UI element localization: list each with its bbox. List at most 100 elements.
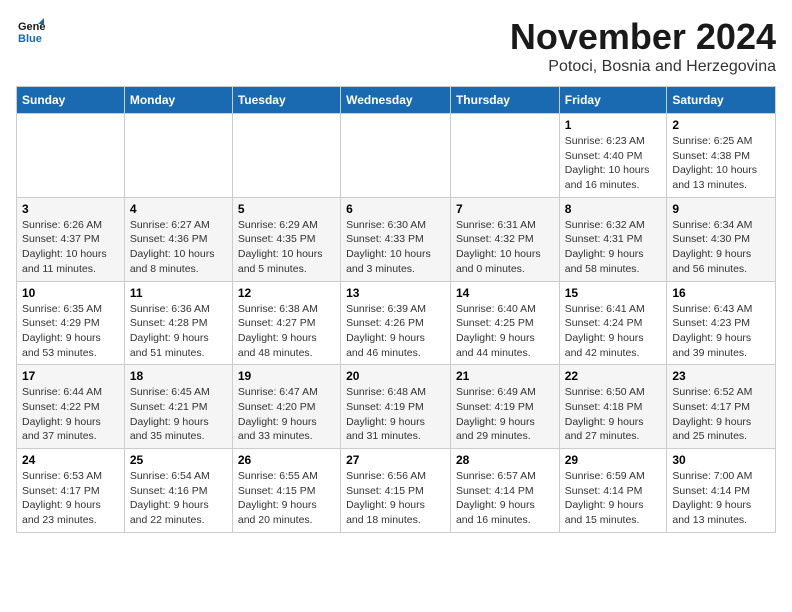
day-info: Sunrise: 6:38 AM Sunset: 4:27 PM Dayligh…: [238, 302, 335, 361]
table-row: 29 Sunrise: 6:59 AM Sunset: 4:14 PM Dayli…: [559, 449, 667, 533]
day-number: 19: [238, 369, 335, 383]
day-number: 4: [130, 202, 227, 216]
table-row: [17, 114, 125, 198]
day-number: 2: [672, 118, 770, 132]
day-number: 26: [238, 453, 335, 467]
table-row: 18 Sunrise: 6:45 AM Sunset: 4:21 PM Dayli…: [124, 365, 232, 449]
day-info: Sunrise: 6:47 AM Sunset: 4:20 PM Dayligh…: [238, 385, 335, 444]
table-row: 3 Sunrise: 6:26 AM Sunset: 4:37 PM Daylig…: [17, 197, 125, 281]
day-info: Sunrise: 6:41 AM Sunset: 4:24 PM Dayligh…: [565, 302, 662, 361]
logo: General Blue: [16, 16, 46, 46]
day-info: Sunrise: 6:54 AM Sunset: 4:16 PM Dayligh…: [130, 469, 227, 528]
day-info: Sunrise: 6:59 AM Sunset: 4:14 PM Dayligh…: [565, 469, 662, 528]
table-row: 30 Sunrise: 7:00 AM Sunset: 4:14 PM Dayli…: [667, 449, 776, 533]
title-block: November 2024 Potoci, Bosnia and Herzego…: [510, 16, 776, 76]
day-info: Sunrise: 6:52 AM Sunset: 4:17 PM Dayligh…: [672, 385, 770, 444]
table-row: 20Sunrise: 6:48 AM Sunset: 4:19 PM Dayli…: [341, 365, 451, 449]
day-number: 7: [456, 202, 554, 216]
day-number: 1: [565, 118, 662, 132]
day-info: Sunrise: 6:45 AM Sunset: 4:21 PM Dayligh…: [130, 385, 227, 444]
table-row: 19 Sunrise: 6:47 AM Sunset: 4:20 PM Dayli…: [232, 365, 340, 449]
table-row: 15 Sunrise: 6:41 AM Sunset: 4:24 PM Dayli…: [559, 281, 667, 365]
day-info: Sunrise: 6:36 AM Sunset: 4:28 PM Dayligh…: [130, 302, 227, 361]
day-number: 22: [565, 369, 662, 383]
table-row: 10 Sunrise: 6:35 AM Sunset: 4:29 PM Dayli…: [17, 281, 125, 365]
day-number: 9: [672, 202, 770, 216]
table-row: 4 Sunrise: 6:27 AM Sunset: 4:36 PM Daylig…: [124, 197, 232, 281]
day-info: Sunrise: 6:25 AM Sunset: 4:38 PM Dayligh…: [672, 134, 770, 193]
table-row: [232, 114, 340, 198]
calendar-table: Sunday Monday Tuesday Wednesday Thursday…: [16, 86, 776, 533]
table-row: 26 Sunrise: 6:55 AM Sunset: 4:15 PM Dayli…: [232, 449, 340, 533]
day-info: Sunrise: 6:23 AM Sunset: 4:40 PM Dayligh…: [565, 134, 662, 193]
calendar-header-row: Sunday Monday Tuesday Wednesday Thursday…: [17, 87, 776, 114]
day-number: 11: [130, 286, 227, 300]
col-wednesday: Wednesday: [341, 87, 451, 114]
day-info: Sunrise: 6:53 AM Sunset: 4:17 PM Dayligh…: [22, 469, 119, 528]
day-number: 10: [22, 286, 119, 300]
day-number: 27: [346, 453, 445, 467]
day-number: 21: [456, 369, 554, 383]
table-row: 24 Sunrise: 6:53 AM Sunset: 4:17 PM Dayli…: [17, 449, 125, 533]
day-info: Sunrise: 6:31 AM Sunset: 4:32 PM Dayligh…: [456, 218, 554, 277]
logo-icon: General Blue: [16, 16, 46, 46]
col-friday: Friday: [559, 87, 667, 114]
day-number: 18: [130, 369, 227, 383]
day-info: Sunrise: 7:00 AM Sunset: 4:14 PM Dayligh…: [672, 469, 770, 528]
calendar-week-row: 3 Sunrise: 6:26 AM Sunset: 4:37 PM Daylig…: [17, 197, 776, 281]
day-info: Sunrise: 6:35 AM Sunset: 4:29 PM Dayligh…: [22, 302, 119, 361]
table-row: 7 Sunrise: 6:31 AM Sunset: 4:32 PM Daylig…: [450, 197, 559, 281]
table-row: 1 Sunrise: 6:23 AM Sunset: 4:40 PM Daylig…: [559, 114, 667, 198]
day-info: Sunrise: 6:27 AM Sunset: 4:36 PM Dayligh…: [130, 218, 227, 277]
day-number: 24: [22, 453, 119, 467]
svg-text:Blue: Blue: [18, 33, 42, 45]
day-info: Sunrise: 6:26 AM Sunset: 4:37 PM Dayligh…: [22, 218, 119, 277]
day-number: 28: [456, 453, 554, 467]
day-number: 3: [22, 202, 119, 216]
table-row: 23Sunrise: 6:52 AM Sunset: 4:17 PM Dayli…: [667, 365, 776, 449]
day-info: Sunrise: 6:30 AM Sunset: 4:33 PM Dayligh…: [346, 218, 445, 277]
day-info: Sunrise: 6:49 AM Sunset: 4:19 PM Dayligh…: [456, 385, 554, 444]
day-number: 13: [346, 286, 445, 300]
table-row: 8Sunrise: 6:32 AM Sunset: 4:31 PM Daylig…: [559, 197, 667, 281]
calendar-week-row: 24 Sunrise: 6:53 AM Sunset: 4:17 PM Dayli…: [17, 449, 776, 533]
day-info: Sunrise: 6:44 AM Sunset: 4:22 PM Dayligh…: [22, 385, 119, 444]
day-info: Sunrise: 6:48 AM Sunset: 4:19 PM Dayligh…: [346, 385, 445, 444]
day-number: 15: [565, 286, 662, 300]
day-number: 14: [456, 286, 554, 300]
day-info: Sunrise: 6:34 AM Sunset: 4:30 PM Dayligh…: [672, 218, 770, 277]
day-number: 17: [22, 369, 119, 383]
day-number: 12: [238, 286, 335, 300]
day-number: 25: [130, 453, 227, 467]
day-number: 16: [672, 286, 770, 300]
table-row: 16 Sunrise: 6:43 AM Sunset: 4:23 PM Dayli…: [667, 281, 776, 365]
table-row: 25 Sunrise: 6:54 AM Sunset: 4:16 PM Dayli…: [124, 449, 232, 533]
day-info: Sunrise: 6:29 AM Sunset: 4:35 PM Dayligh…: [238, 218, 335, 277]
table-row: 17 Sunrise: 6:44 AM Sunset: 4:22 PM Dayli…: [17, 365, 125, 449]
table-row: [450, 114, 559, 198]
day-info: Sunrise: 6:55 AM Sunset: 4:15 PM Dayligh…: [238, 469, 335, 528]
location-subtitle: Potoci, Bosnia and Herzegovina: [510, 58, 776, 76]
day-info: Sunrise: 6:40 AM Sunset: 4:25 PM Dayligh…: [456, 302, 554, 361]
page-header: General Blue November 2024 Potoci, Bosni…: [16, 16, 776, 76]
table-row: [124, 114, 232, 198]
table-row: 12 Sunrise: 6:38 AM Sunset: 4:27 PM Dayli…: [232, 281, 340, 365]
day-number: 30: [672, 453, 770, 467]
col-sunday: Sunday: [17, 87, 125, 114]
day-number: 29: [565, 453, 662, 467]
table-row: 28 Sunrise: 6:57 AM Sunset: 4:14 PM Dayli…: [450, 449, 559, 533]
calendar-week-row: 1 Sunrise: 6:23 AM Sunset: 4:40 PM Daylig…: [17, 114, 776, 198]
day-number: 6: [346, 202, 445, 216]
day-info: Sunrise: 6:43 AM Sunset: 4:23 PM Dayligh…: [672, 302, 770, 361]
day-info: Sunrise: 6:50 AM Sunset: 4:18 PM Dayligh…: [565, 385, 662, 444]
table-row: 14 Sunrise: 6:40 AM Sunset: 4:25 PM Dayli…: [450, 281, 559, 365]
table-row: 11 Sunrise: 6:36 AM Sunset: 4:28 PM Dayli…: [124, 281, 232, 365]
table-row: [341, 114, 451, 198]
table-row: 6 Sunrise: 6:30 AM Sunset: 4:33 PM Daylig…: [341, 197, 451, 281]
col-saturday: Saturday: [667, 87, 776, 114]
col-monday: Monday: [124, 87, 232, 114]
col-tuesday: Tuesday: [232, 87, 340, 114]
day-info: Sunrise: 6:57 AM Sunset: 4:14 PM Dayligh…: [456, 469, 554, 528]
table-row: 27Sunrise: 6:56 AM Sunset: 4:15 PM Dayli…: [341, 449, 451, 533]
table-row: 22 Sunrise: 6:50 AM Sunset: 4:18 PM Dayli…: [559, 365, 667, 449]
